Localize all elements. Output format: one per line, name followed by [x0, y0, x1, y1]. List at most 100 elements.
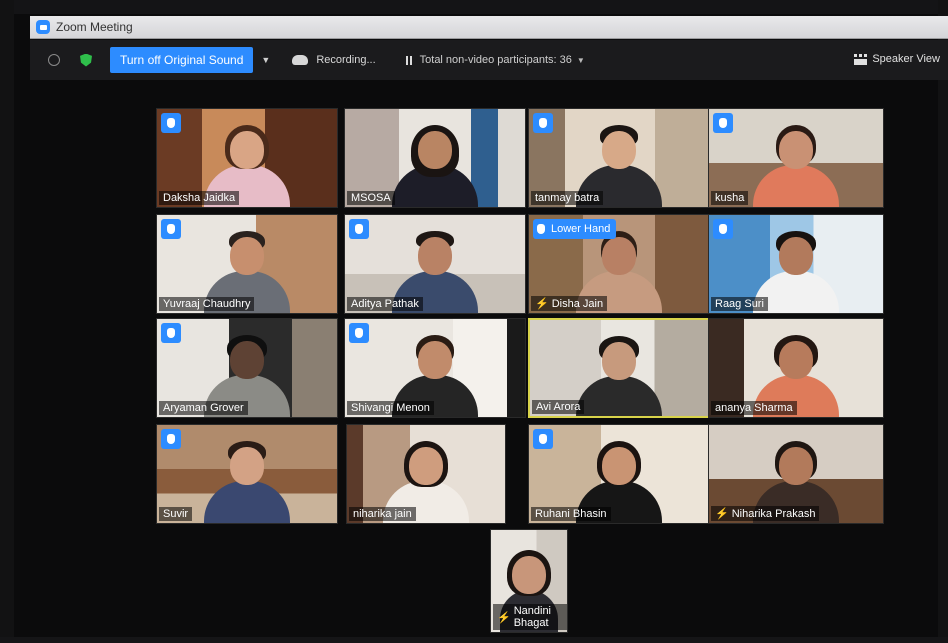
participant-name: Yuvraaj Chaudhry	[163, 298, 251, 310]
participant-name-tag: Aditya Pathak	[347, 297, 423, 311]
participant-name-tag: MSOSA	[347, 191, 395, 205]
original-sound-button[interactable]: Turn off Original Sound	[110, 47, 254, 73]
participant-name-tag: Yuvraaj Chaudhry	[159, 297, 255, 311]
participant-face	[409, 447, 443, 485]
monitor-bezel-right	[938, 0, 948, 643]
participant-video-tile[interactable]: Suvir	[156, 424, 338, 524]
grid-icon	[854, 53, 868, 65]
shield-icon[interactable]	[80, 53, 92, 67]
participant-name: Avi Arora	[536, 401, 581, 413]
participant-face	[602, 447, 636, 485]
window-title: Zoom Meeting	[56, 20, 133, 34]
participant-video-tile[interactable]: Yuvraaj Chaudhry	[156, 214, 338, 314]
pause-icon[interactable]	[405, 55, 412, 65]
participant-name-tag: ⚡ Nandini Bhagat	[493, 604, 567, 630]
participant-face	[779, 447, 813, 485]
participant-video-tile[interactable]: Ruhani Bhasin	[528, 424, 710, 524]
non-video-participants[interactable]: Total non-video participants: 36	[420, 54, 572, 66]
raised-hand-icon	[713, 219, 733, 239]
participant-name: Aryaman Grover	[163, 402, 244, 414]
participant-face	[779, 237, 813, 275]
raised-hand-icon	[537, 224, 545, 234]
participant-name-tag: Ruhani Bhasin	[531, 507, 611, 521]
participant-name-tag: ananya Sharma	[711, 401, 797, 415]
original-sound-label: Turn off Original Sound	[120, 53, 244, 67]
participant-name-tag: Raag Suri	[711, 297, 768, 311]
participant-name-tag: kusha	[711, 191, 749, 205]
raised-hand-icon	[161, 323, 181, 343]
participant-video-tile[interactable]: Daksha Jaidka	[156, 108, 338, 208]
participant-face	[230, 131, 264, 169]
participant-name: Shivangi Menon	[351, 402, 430, 414]
mic-off-icon: ⚡	[715, 508, 729, 520]
participant-name: tanmay batra	[535, 192, 600, 204]
participant-video-tile[interactable]: niharika jain	[346, 424, 506, 524]
raised-hand-icon	[161, 429, 181, 449]
participant-face	[602, 131, 636, 169]
participant-video-tile[interactable]: MSOSA	[344, 108, 526, 208]
participant-name: Suvir	[163, 508, 189, 520]
participant-name-tag: ⚡ Niharika Prakash	[711, 506, 820, 521]
participant-video-tile[interactable]: Aryaman Grover	[156, 318, 338, 418]
participant-video-tile[interactable]: ananya Sharma	[708, 318, 884, 418]
participant-video-tile[interactable]: tanmay batra	[528, 108, 710, 208]
participant-face	[602, 237, 636, 275]
participant-name-tag: Avi Arora	[532, 400, 585, 414]
participant-face	[230, 447, 264, 485]
mic-off-icon: ⚡	[497, 611, 511, 624]
participant-name: Ruhani Bhasin	[535, 508, 607, 520]
participant-name-tag: Aryaman Grover	[159, 401, 248, 415]
monitor-bezel-bottom	[0, 637, 948, 643]
participant-name: MSOSA	[351, 192, 391, 204]
participant-video-tile[interactable]: kusha	[708, 108, 884, 208]
info-icon[interactable]	[48, 54, 60, 66]
meeting-toolbar: Turn off Original Sound ▼ Recording... T…	[30, 40, 948, 80]
participant-video-tile[interactable]: ⚡ Nandini Bhagat	[490, 529, 568, 633]
participant-face	[779, 131, 813, 169]
participant-video-tile[interactable]: Lower Hand ⚡ Disha Jain	[528, 214, 710, 314]
cloud-recording-icon	[292, 55, 309, 65]
speaker-view-label: Speaker View	[872, 53, 940, 65]
mic-off-icon: ⚡	[535, 298, 549, 310]
participant-name-tag: Shivangi Menon	[347, 401, 434, 415]
participant-face	[418, 131, 452, 169]
participant-face	[602, 342, 636, 380]
raised-hand-icon	[349, 323, 369, 343]
participant-video-tile[interactable]: ⚡ Niharika Prakash	[708, 424, 884, 524]
participant-video-tile[interactable]: Raag Suri	[708, 214, 884, 314]
participant-name: Nandini Bhagat	[513, 605, 552, 629]
participant-name: ananya Sharma	[715, 402, 793, 414]
window-titlebar: Zoom Meeting	[30, 16, 948, 39]
participant-name: Raag Suri	[715, 298, 764, 310]
raised-hand-icon	[161, 113, 181, 133]
lower-hand-label: Lower Hand	[551, 223, 611, 235]
participant-video-tile[interactable]: Shivangi Menon	[344, 318, 526, 418]
participant-face	[418, 237, 452, 275]
monitor-bezel-left	[0, 0, 14, 643]
participant-face	[779, 341, 813, 379]
recording-status[interactable]: Recording...	[316, 54, 375, 66]
monitor-bezel-top	[0, 0, 948, 14]
participant-name-tag: Daksha Jaidka	[159, 191, 240, 205]
raised-hand-icon	[533, 429, 553, 449]
raised-hand-icon	[713, 113, 733, 133]
participant-face	[230, 237, 264, 275]
participant-name: kusha	[715, 192, 745, 204]
participant-name-tag: Suvir	[159, 507, 193, 521]
participant-name: Daksha Jaidka	[163, 192, 236, 204]
raised-hand-icon	[533, 113, 553, 133]
participant-name: Niharika Prakash	[731, 507, 816, 520]
participant-face	[230, 341, 264, 379]
raised-hand-icon	[349, 219, 369, 239]
participant-face	[512, 556, 546, 594]
participant-name-tag: tanmay batra	[531, 191, 604, 205]
participant-name-tag: niharika jain	[349, 507, 416, 521]
chevron-down-icon[interactable]: ▼	[261, 55, 270, 65]
lower-hand-button[interactable]: Lower Hand	[533, 219, 617, 239]
chevron-down-icon[interactable]: ▼	[577, 56, 585, 65]
participant-name: Aditya Pathak	[351, 298, 419, 310]
zoom-app-icon	[36, 20, 50, 34]
participant-video-tile[interactable]: Avi Arora	[528, 318, 710, 418]
participant-video-tile[interactable]: Aditya Pathak	[344, 214, 526, 314]
speaker-view-button[interactable]: Speaker View	[854, 53, 940, 65]
